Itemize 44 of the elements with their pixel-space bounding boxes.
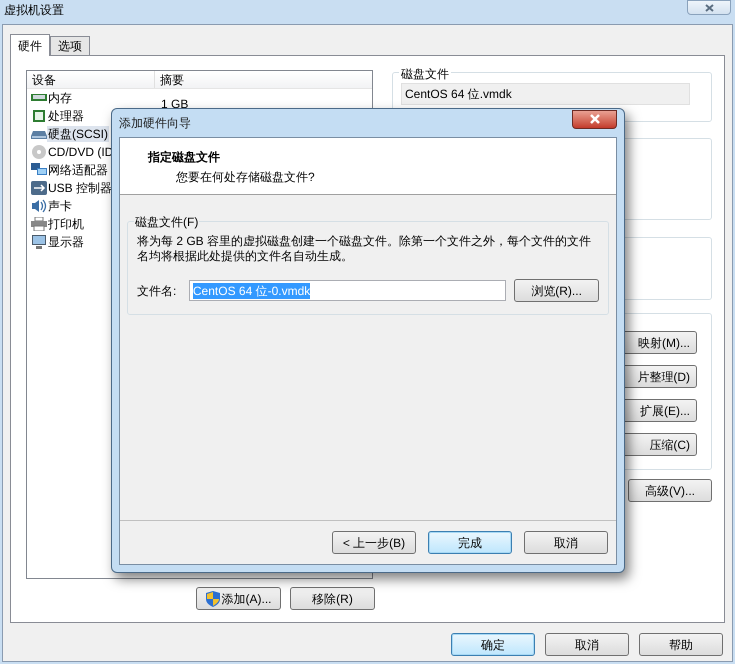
printer-icon [31, 217, 47, 231]
device-name[interactable]: 显示器 [47, 234, 85, 250]
tab[interactable]: 选项 [50, 36, 90, 55]
wizard-button[interactable]: 完成 [428, 531, 512, 554]
tab[interactable]: 硬件 [10, 34, 50, 56]
disk-file-field: CentOS 64 位.vmdk [401, 83, 690, 105]
monitor-icon [31, 235, 47, 249]
device-name[interactable]: USB 控制器 [47, 180, 114, 196]
usb-icon [31, 181, 47, 195]
dialog-title: 添加硬件向导 [119, 115, 191, 132]
close-icon [590, 114, 600, 124]
close-button[interactable] [572, 110, 617, 128]
list-button[interactable]: 添加(A)... [196, 587, 281, 610]
device-name[interactable]: 处理器 [47, 108, 85, 124]
device-name[interactable]: 网络适配器 [47, 162, 109, 178]
group-title: 磁盘文件 [399, 65, 451, 83]
device-name[interactable]: 硬盘(SCSI) [47, 126, 109, 142]
step-question: 您要在何处存储磁盘文件? [175, 169, 316, 186]
wizard-button[interactable]: 取消 [524, 531, 608, 554]
dialog-button[interactable]: 取消 [545, 633, 629, 656]
speaker-icon [31, 199, 47, 213]
window-title: 虚拟机设置 [4, 2, 64, 19]
dialog-button[interactable]: 确定 [451, 633, 535, 656]
disc-icon [31, 145, 47, 159]
dialog-button[interactable]: 帮助 [639, 633, 723, 656]
advanced-button[interactable]: 高级(V)... [628, 479, 712, 502]
list-button[interactable]: 移除(R) [290, 587, 375, 610]
device-summary: 1 GB [161, 97, 188, 111]
column-header[interactable]: 摘要 [155, 71, 372, 88]
step-heading: 指定磁盘文件 [148, 149, 221, 166]
wizard-button[interactable]: < 上一步(B) [332, 531, 416, 554]
file-name-label: 文件名: [137, 282, 178, 300]
device-name[interactable]: 打印机 [47, 216, 85, 232]
close-icon [704, 4, 714, 12]
column-header[interactable]: 设备 [27, 71, 155, 88]
browse-button[interactable]: 浏览(R)... [514, 279, 599, 302]
device-name[interactable]: 声卡 [47, 198, 73, 214]
close-button[interactable] [687, 0, 731, 15]
network-computers-icon [31, 163, 47, 177]
device-name[interactable]: 内存 [47, 90, 73, 106]
shield-icon [206, 590, 220, 606]
chip-icon [31, 109, 47, 123]
group-title: 磁盘文件(F) [134, 213, 200, 231]
description-text: 将为每 2 GB 容里的虚拟磁盘创建一个磁盘文件。除第一个文件之外，每个文件的文件名均将根据此处提供的文件名自动生成。 [137, 234, 592, 264]
